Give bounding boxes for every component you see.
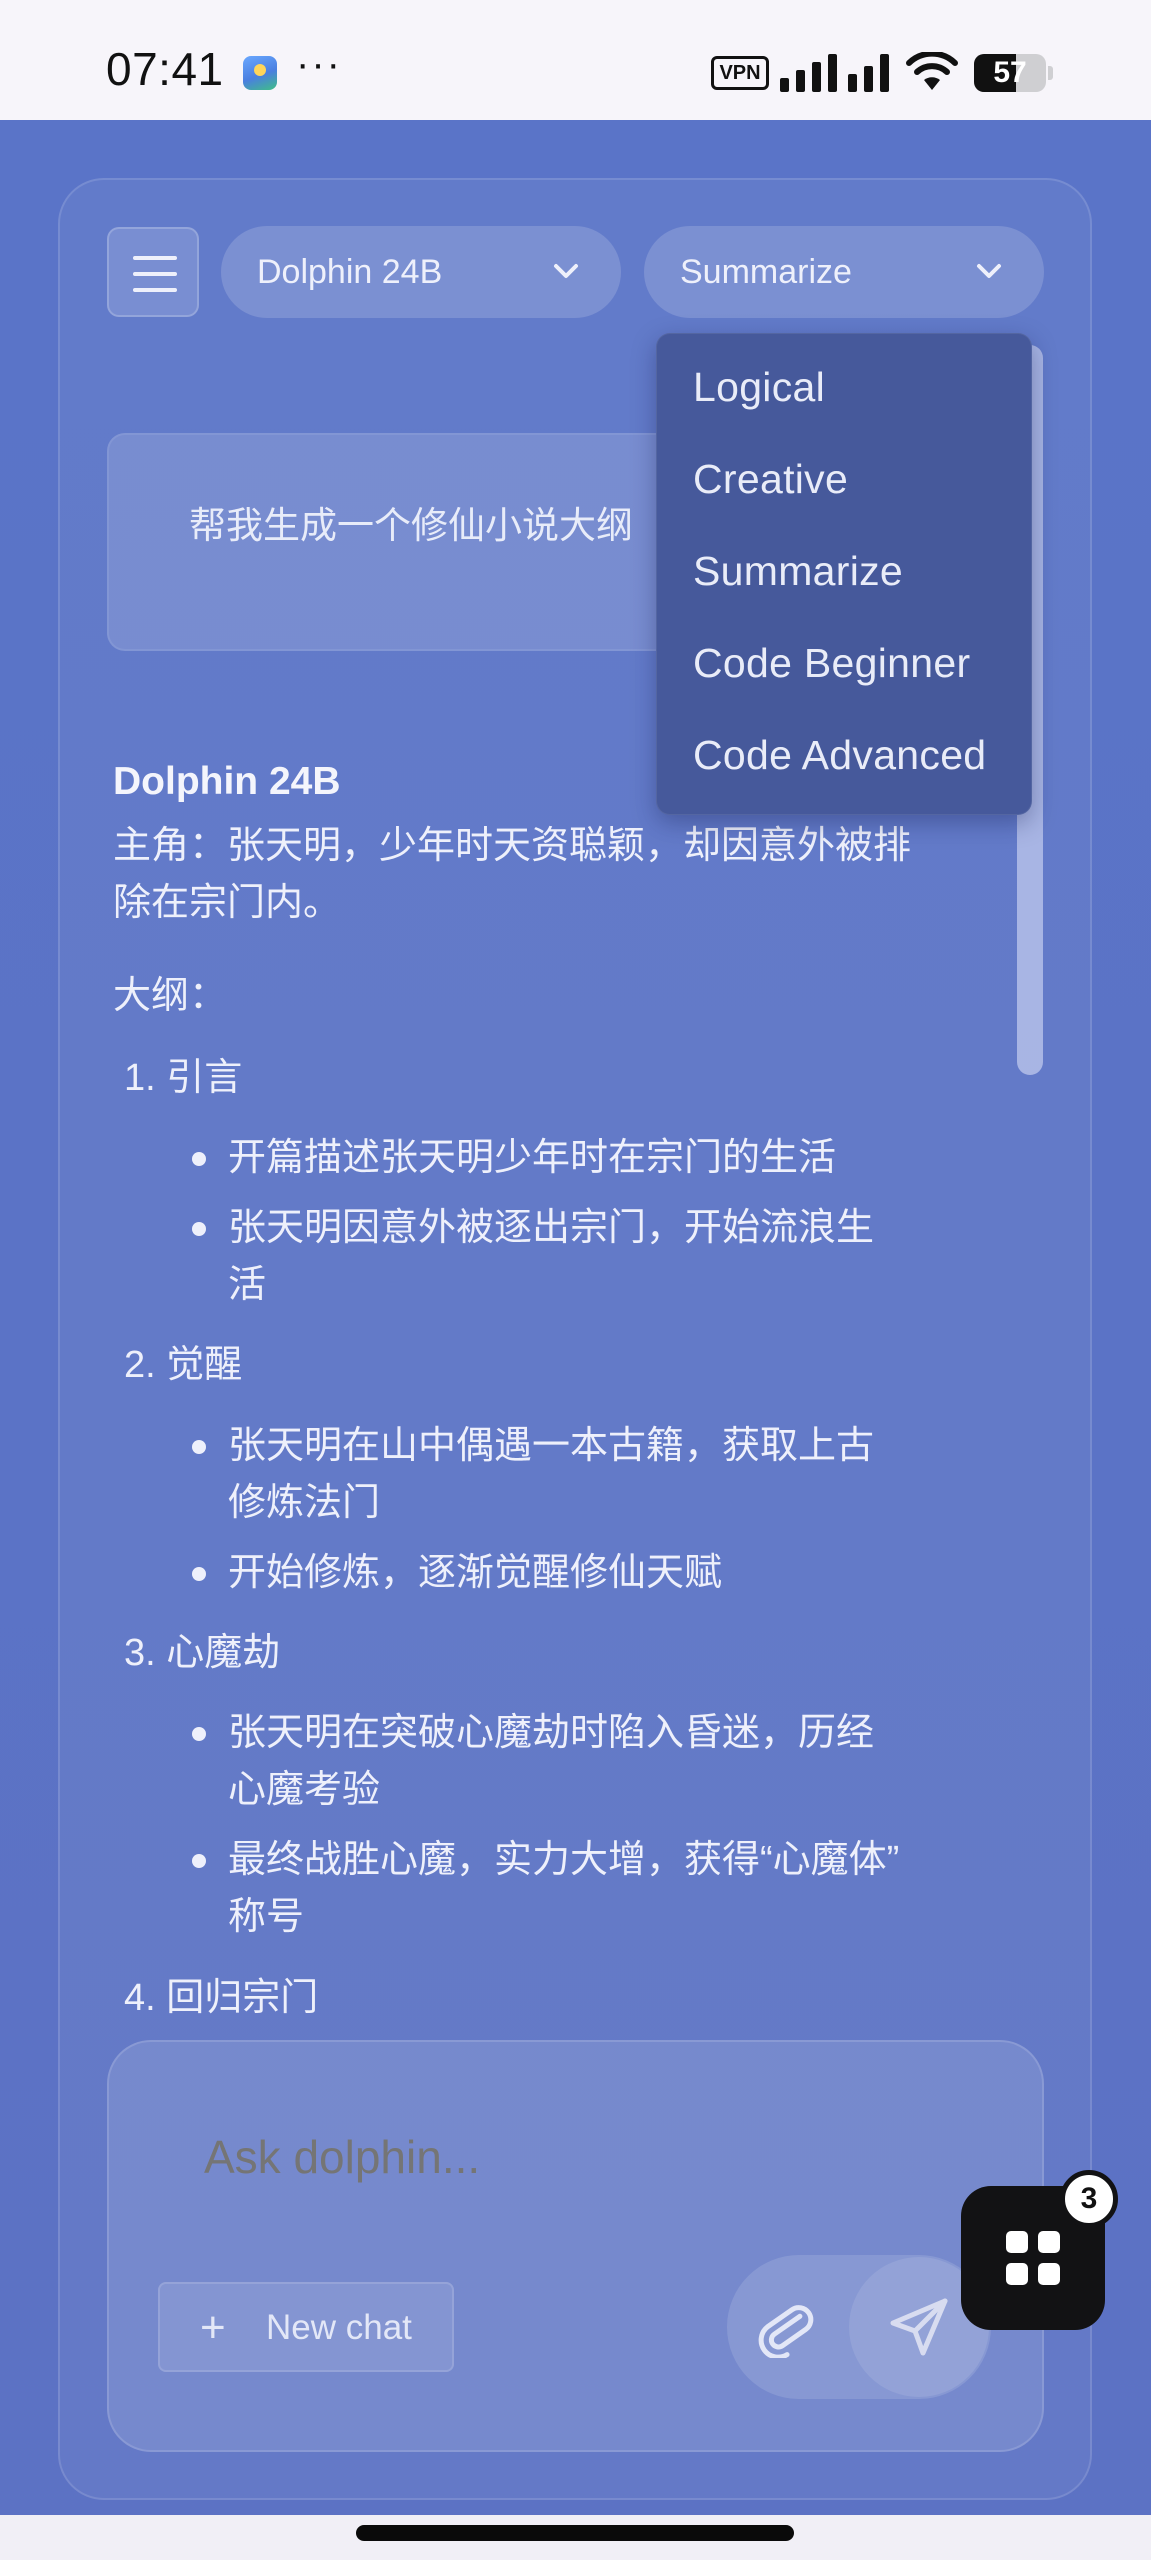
battery-level: 57	[993, 56, 1027, 89]
list-item: 心魔考验	[228, 1769, 381, 1811]
chevron-down-icon	[554, 264, 578, 278]
cellular-signal-icon	[780, 54, 890, 92]
section-title: 3. 心魔劫	[124, 1632, 281, 1674]
app-notification-icon	[243, 56, 277, 90]
list-item: 修炼法门	[228, 1482, 381, 1524]
list-item: 称号	[228, 1896, 305, 1938]
list-item: 最终战胜心魔，实力大增，获得“心魔体”	[228, 1839, 900, 1881]
mode-select-label: Summarize	[680, 253, 852, 291]
message-input[interactable]	[204, 2130, 804, 2184]
model-select-label: Dolphin 24B	[257, 253, 443, 291]
section-title: 1. 引言	[124, 1057, 243, 1099]
bullet-dot	[192, 1222, 206, 1236]
dropdown-option-code-advanced[interactable]: Code Advanced	[693, 732, 986, 779]
bullet-dot	[192, 1854, 206, 1868]
list-item: 开始修炼，逐渐觉醒修仙天赋	[228, 1552, 723, 1594]
paperclip-icon[interactable]	[754, 2294, 818, 2358]
dropdown-option-code-beginner[interactable]: Code Beginner	[693, 640, 970, 687]
plus-icon: +	[200, 2303, 226, 2352]
hamburger-menu-icon[interactable]	[107, 227, 199, 317]
vpn-icon: VPN	[711, 56, 769, 90]
dropdown-option-summarize[interactable]: Summarize	[693, 548, 903, 595]
response-intro-line: 主角：张天明，少年时天资聪颖，却因意外被排	[113, 825, 912, 867]
bullet-dot	[192, 1152, 206, 1166]
bullet-dot	[192, 1567, 206, 1581]
new-chat-button[interactable]: + New chat	[158, 2282, 454, 2372]
list-item: 活	[228, 1264, 267, 1306]
notification-badge: 3	[1060, 2170, 1118, 2228]
outline-label: 大纲：	[113, 975, 228, 1017]
mode-dropdown-menu: Logical Creative Summarize Code Beginner…	[656, 333, 1032, 815]
bullet-dot	[192, 1440, 206, 1454]
dropdown-option-logical[interactable]: Logical	[693, 364, 825, 411]
wifi-icon	[906, 52, 958, 90]
dropdown-option-creative[interactable]: Creative	[693, 456, 848, 503]
response-intro-line: 除在宗门内。	[113, 882, 342, 924]
battery-icon: 57	[974, 54, 1053, 92]
more-notifications-icon: ···	[296, 42, 342, 86]
user-message-text: 帮我生成一个修仙小说大纲	[189, 505, 633, 546]
list-item: 张天明因意外被逐出宗门，开始流浪生	[228, 1207, 875, 1249]
bullet-dot	[192, 1727, 206, 1741]
status-time: 07:41	[106, 43, 224, 95]
response-model-name: Dolphin 24B	[113, 760, 341, 803]
status-bar: 07:41 ··· VPN 57	[0, 0, 1151, 120]
list-item: 张天明在山中偶遇一本古籍，获取上古	[228, 1425, 875, 1467]
list-item: 开篇描述张天明少年时在宗门的生活	[228, 1137, 837, 1179]
chevron-down-icon	[977, 264, 1001, 278]
screen: 07:41 ··· VPN 57 Dolphin 24B Summarize 帮…	[0, 0, 1151, 2560]
send-icon	[890, 2298, 948, 2356]
model-select[interactable]: Dolphin 24B	[221, 226, 621, 318]
section-title: 4. 回归宗门	[124, 1977, 319, 2019]
section-title: 2. 觉醒	[124, 1344, 243, 1386]
mode-select[interactable]: Summarize	[644, 226, 1044, 318]
user-message-bubble: 帮我生成一个修仙小说大纲	[107, 433, 667, 651]
list-item: 张天明在突破心魔劫时陷入昏迷，历经	[228, 1712, 875, 1754]
new-chat-label: New chat	[266, 2308, 412, 2347]
home-indicator[interactable]	[356, 2525, 794, 2541]
